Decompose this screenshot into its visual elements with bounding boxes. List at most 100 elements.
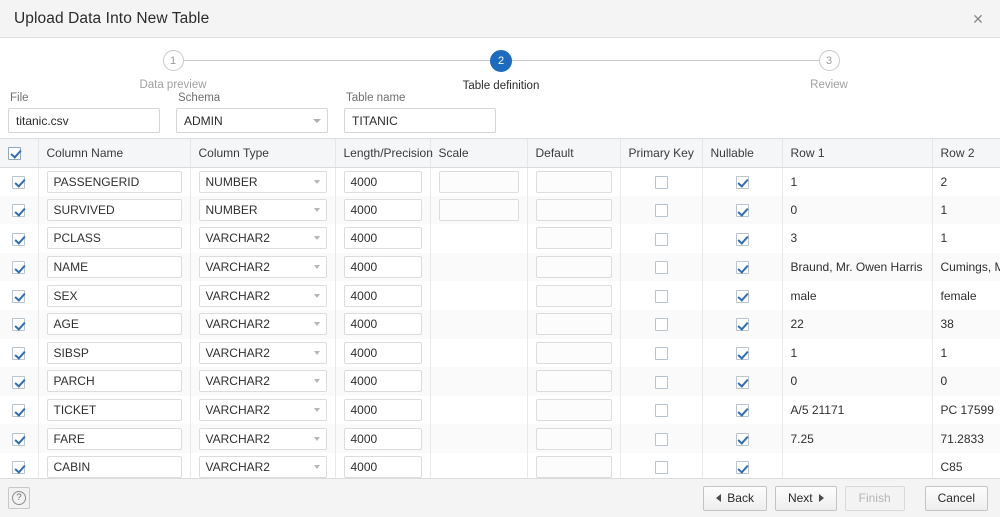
nullable-checkbox[interactable] (736, 404, 749, 417)
length-precision-input[interactable]: 4000 (344, 199, 422, 221)
step-3-bubble[interactable]: 3 (819, 50, 840, 71)
length-precision-input[interactable]: 4000 (344, 285, 422, 307)
default-input[interactable] (536, 313, 612, 335)
close-icon[interactable]: ✕ (968, 9, 988, 29)
nullable-cell[interactable] (702, 253, 782, 282)
column-name-input[interactable]: SURVIVED (47, 199, 182, 221)
nullable-checkbox[interactable] (736, 347, 749, 360)
column-type-select[interactable]: VARCHAR2 (199, 399, 327, 421)
row-select-cell[interactable] (0, 310, 38, 339)
nullable-cell[interactable] (702, 167, 782, 196)
row-select-checkbox[interactable] (12, 176, 25, 189)
nullable-cell[interactable] (702, 196, 782, 225)
primary-key-checkbox[interactable] (655, 176, 668, 189)
column-name-input[interactable]: TICKET (47, 399, 182, 421)
default-input[interactable] (536, 428, 612, 450)
primary-key-cell[interactable] (620, 253, 702, 282)
column-type-select[interactable]: VARCHAR2 (199, 342, 327, 364)
primary-key-checkbox[interactable] (655, 347, 668, 360)
column-type-select[interactable]: NUMBER (199, 199, 327, 221)
row-select-checkbox[interactable] (12, 404, 25, 417)
nullable-cell[interactable] (702, 453, 782, 478)
column-type-select[interactable]: VARCHAR2 (199, 456, 327, 478)
primary-key-checkbox[interactable] (655, 290, 668, 303)
header-column-name[interactable]: Column Name (38, 139, 190, 167)
row-select-checkbox[interactable] (12, 204, 25, 217)
row-select-checkbox[interactable] (12, 376, 25, 389)
row-select-cell[interactable] (0, 224, 38, 253)
nullable-cell[interactable] (702, 310, 782, 339)
column-type-select[interactable]: VARCHAR2 (199, 313, 327, 335)
default-input[interactable] (536, 227, 612, 249)
primary-key-cell[interactable] (620, 196, 702, 225)
nullable-cell[interactable] (702, 339, 782, 368)
header-row-2[interactable]: Row 2 (932, 139, 1000, 167)
column-name-input[interactable]: FARE (47, 428, 182, 450)
nullable-cell[interactable] (702, 396, 782, 425)
row-select-checkbox[interactable] (12, 233, 25, 246)
nullable-checkbox[interactable] (736, 318, 749, 331)
row-select-cell[interactable] (0, 424, 38, 453)
column-type-select[interactable]: VARCHAR2 (199, 227, 327, 249)
row-select-cell[interactable] (0, 196, 38, 225)
nullable-cell[interactable] (702, 424, 782, 453)
default-input[interactable] (536, 456, 612, 478)
header-row-1[interactable]: Row 1 (782, 139, 932, 167)
length-precision-input[interactable]: 4000 (344, 171, 422, 193)
nullable-checkbox[interactable] (736, 290, 749, 303)
primary-key-cell[interactable] (620, 167, 702, 196)
row-select-checkbox[interactable] (12, 261, 25, 274)
nullable-checkbox[interactable] (736, 433, 749, 446)
row-select-checkbox[interactable] (12, 433, 25, 446)
step-table-definition[interactable]: 2 Table definition (431, 38, 571, 92)
primary-key-checkbox[interactable] (655, 404, 668, 417)
primary-key-cell[interactable] (620, 396, 702, 425)
primary-key-cell[interactable] (620, 281, 702, 310)
primary-key-checkbox[interactable] (655, 204, 668, 217)
column-type-select[interactable]: VARCHAR2 (199, 370, 327, 392)
row-select-cell[interactable] (0, 281, 38, 310)
header-scale[interactable]: Scale (430, 139, 527, 167)
length-precision-input[interactable]: 4000 (344, 227, 422, 249)
default-input[interactable] (536, 370, 612, 392)
primary-key-checkbox[interactable] (655, 376, 668, 389)
primary-key-checkbox[interactable] (655, 233, 668, 246)
default-input[interactable] (536, 199, 612, 221)
primary-key-cell[interactable] (620, 367, 702, 396)
length-precision-input[interactable]: 4000 (344, 342, 422, 364)
row-select-checkbox[interactable] (12, 318, 25, 331)
nullable-cell[interactable] (702, 367, 782, 396)
length-precision-input[interactable]: 4000 (344, 370, 422, 392)
default-input[interactable] (536, 171, 612, 193)
table-name-input[interactable]: TITANIC (344, 108, 496, 133)
cancel-button[interactable]: Cancel (925, 486, 988, 511)
column-type-select[interactable]: VARCHAR2 (199, 256, 327, 278)
help-button[interactable]: ? (8, 487, 30, 509)
column-name-input[interactable]: PCLASS (47, 227, 182, 249)
header-select-all[interactable] (0, 139, 38, 167)
step-review[interactable]: 3 Review (759, 38, 899, 91)
nullable-checkbox[interactable] (736, 176, 749, 189)
default-input[interactable] (536, 399, 612, 421)
step-1-bubble[interactable]: 1 (163, 50, 184, 71)
back-button[interactable]: Back (703, 486, 767, 511)
column-type-select[interactable]: NUMBER (199, 171, 327, 193)
row-select-cell[interactable] (0, 167, 38, 196)
header-nullable[interactable]: Nullable (702, 139, 782, 167)
length-precision-input[interactable]: 4000 (344, 456, 422, 478)
scale-input[interactable] (439, 171, 519, 193)
nullable-checkbox[interactable] (736, 376, 749, 389)
column-name-input[interactable]: PARCH (47, 370, 182, 392)
row-select-cell[interactable] (0, 367, 38, 396)
file-input[interactable]: titanic.csv (8, 108, 160, 133)
next-button[interactable]: Next (775, 486, 837, 511)
column-type-select[interactable]: VARCHAR2 (199, 428, 327, 450)
nullable-checkbox[interactable] (736, 233, 749, 246)
column-name-input[interactable]: AGE (47, 313, 182, 335)
default-input[interactable] (536, 256, 612, 278)
primary-key-checkbox[interactable] (655, 261, 668, 274)
nullable-cell[interactable] (702, 224, 782, 253)
length-precision-input[interactable]: 4000 (344, 399, 422, 421)
nullable-cell[interactable] (702, 281, 782, 310)
column-definition-grid[interactable]: Column Name Column Type Length/Precision… (0, 138, 1000, 478)
